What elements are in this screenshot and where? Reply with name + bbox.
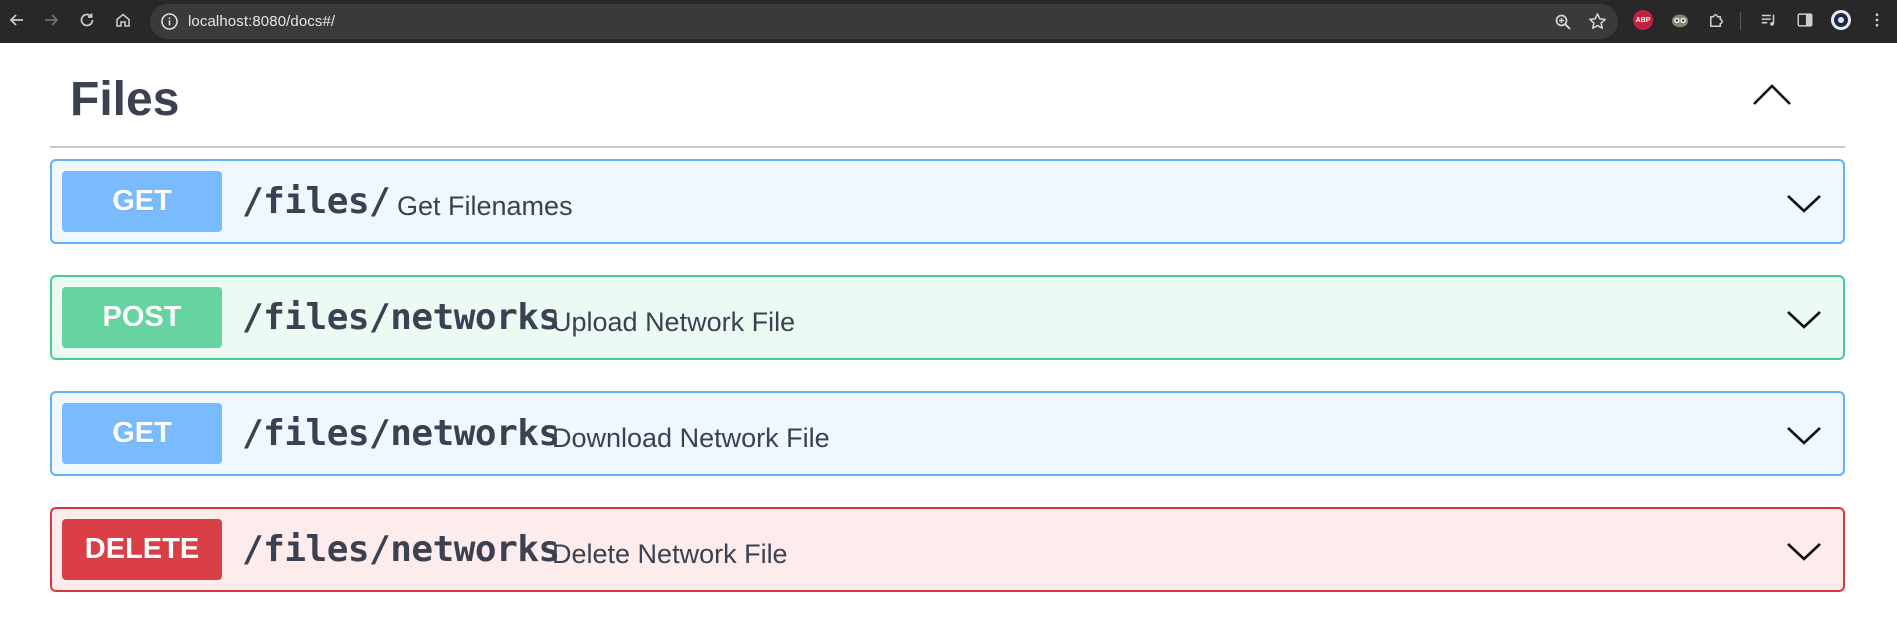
operation-get-files-networks[interactable]: GET /files/networks Download Network Fil… — [50, 391, 1845, 476]
profile-avatar-icon[interactable] — [1830, 9, 1852, 31]
reload-icon[interactable] — [72, 5, 102, 35]
browser-toolbar: localhost:8080/docs#/ ABP — [0, 0, 1897, 43]
side-panel-icon[interactable] — [1794, 9, 1816, 31]
operation-path: /files/networks — [242, 413, 560, 454]
puzzle-extensions-icon[interactable] — [1705, 9, 1727, 31]
toolbar-divider — [1740, 12, 1741, 30]
operation-get-files[interactable]: GET /files/ Get Filenames — [50, 159, 1845, 244]
kebab-menu-icon[interactable] — [1866, 9, 1888, 31]
method-badge: GET — [62, 171, 222, 232]
method-badge: POST — [62, 287, 222, 348]
owl-extension-icon[interactable] — [1669, 9, 1691, 31]
operation-path: /files/ — [242, 181, 391, 222]
operation-summary: Get Filenames — [397, 191, 573, 221]
address-url[interactable]: localhost:8080/docs#/ — [188, 13, 335, 30]
reading-list-icon[interactable] — [1758, 9, 1780, 31]
operation-summary: Delete Network File — [552, 539, 788, 569]
method-badge: DELETE — [62, 519, 222, 580]
chevron-down-icon[interactable] — [1785, 539, 1823, 563]
zoom-icon[interactable] — [1554, 13, 1572, 31]
chevron-down-icon[interactable] — [1785, 191, 1823, 215]
chevron-down-icon[interactable] — [1785, 307, 1823, 331]
address-bar[interactable]: localhost:8080/docs#/ — [150, 4, 1618, 39]
operation-summary: Download Network File — [552, 423, 830, 453]
operation-path: /files/networks — [242, 297, 560, 338]
adblock-plus-icon[interactable]: ABP — [1633, 10, 1653, 30]
method-badge: GET — [62, 403, 222, 464]
forward-arrow-icon[interactable] — [36, 5, 66, 35]
bookmark-star-icon[interactable] — [1588, 12, 1607, 31]
operation-path: /files/networks — [242, 529, 560, 570]
chevron-up-icon[interactable] — [1750, 80, 1794, 108]
operation-summary: Upload Network File — [552, 307, 796, 337]
chevron-down-icon[interactable] — [1785, 423, 1823, 447]
home-icon[interactable] — [108, 5, 138, 35]
operation-post-files-networks[interactable]: POST /files/networks Upload Network File — [50, 275, 1845, 360]
operation-delete-files-networks[interactable]: DELETE /files/networks Delete Network Fi… — [50, 507, 1845, 592]
site-info-icon[interactable] — [160, 12, 179, 31]
tag-section-header[interactable]: Files — [50, 44, 1845, 148]
back-arrow-icon[interactable] — [2, 5, 32, 35]
section-title[interactable]: Files — [70, 72, 179, 127]
